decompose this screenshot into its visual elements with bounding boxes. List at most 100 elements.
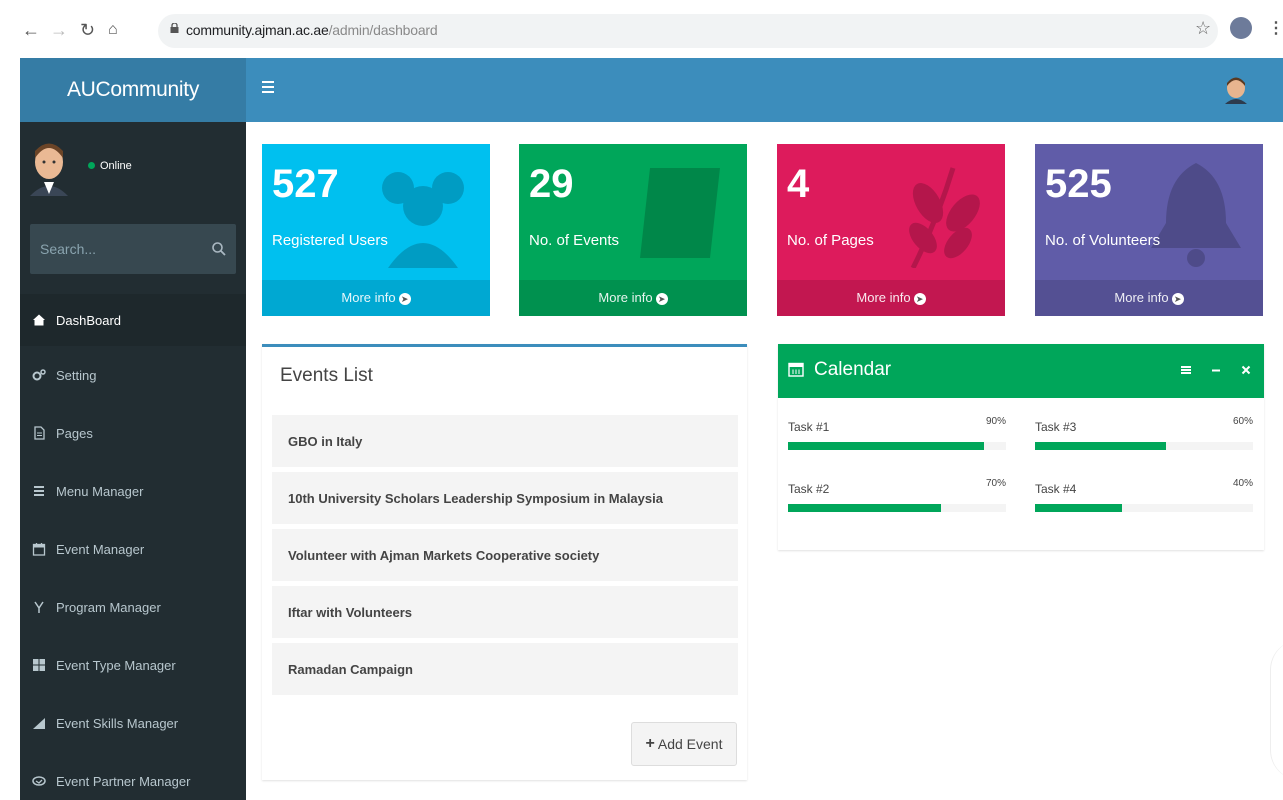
forward-icon[interactable]: →	[50, 20, 68, 40]
file-icon	[34, 426, 45, 440]
add-event-button[interactable]: + Add Event	[631, 722, 737, 766]
home-icon[interactable]: ⌂	[108, 20, 118, 40]
task-percent: 90%	[985, 416, 1006, 427]
stat-box-pages: 4 No. of Pages More info ➤	[777, 144, 1005, 316]
search-icon[interactable]	[210, 240, 228, 258]
sidebar-item-event-partner-manager[interactable]: Event Partner Manager	[20, 752, 246, 800]
sidebar-item-event-type-manager[interactable]: Event Type Manager	[20, 636, 246, 694]
lock-icon	[170, 23, 179, 33]
calendar-icon	[788, 362, 804, 377]
user-status: Online	[88, 160, 132, 172]
gears-icon	[32, 369, 46, 381]
plus-icon: +	[645, 735, 655, 752]
close-icon[interactable]	[1240, 364, 1252, 376]
task-label: Task #4	[1035, 482, 1077, 496]
sidebar-item-label: DashBoard	[56, 312, 122, 328]
sidebar-item-setting[interactable]: Setting	[20, 346, 246, 404]
progress-fill	[1035, 442, 1166, 450]
sidebar-item-label: Setting	[56, 367, 97, 383]
arrow-circle-right-icon: ➤	[1171, 292, 1184, 305]
more-info-link[interactable]: More info ➤	[519, 280, 747, 316]
search-input[interactable]	[30, 224, 200, 274]
list-icon	[34, 486, 44, 496]
bookmark-star-icon[interactable]: ☆	[1195, 18, 1211, 39]
list-item[interactable]: 10th University Scholars Leadership Symp…	[272, 472, 738, 524]
th-large-icon	[33, 659, 45, 671]
more-info-label: More info	[1114, 290, 1169, 305]
task-label: Task #1	[788, 420, 830, 434]
browser-toolbar: ← → ↻ ⌂ community.ajman.ac.ae/admin/dash…	[0, 0, 1283, 58]
signal-icon	[33, 718, 45, 729]
progress-fill	[788, 504, 941, 512]
online-dot-icon	[88, 162, 95, 169]
leaf-icon	[909, 167, 980, 268]
sidebar-item-pages[interactable]: Pages	[20, 404, 246, 462]
code-fork-icon	[34, 601, 44, 613]
dashboard-icon	[33, 314, 45, 326]
sidebar-menu: DashBoard Setting Pages Menu Manager Eve…	[20, 294, 246, 800]
stat-label: Registered Users	[272, 232, 388, 249]
browser-profile-avatar[interactable]	[1230, 17, 1252, 39]
sidebar-item-program-manager[interactable]: Program Manager	[20, 578, 246, 636]
calendar-icon	[32, 543, 46, 556]
back-icon[interactable]: ←	[22, 20, 40, 40]
progress-bar	[1035, 504, 1253, 512]
progress-bar	[1035, 442, 1253, 450]
stat-box-events: 29 No. of Events More info ➤	[519, 144, 747, 316]
stat-label: No. of Events	[529, 232, 620, 249]
sidebar-item-event-manager[interactable]: Event Manager	[20, 520, 246, 578]
stat-label: No. of Volunteers	[1045, 232, 1161, 249]
top-navbar	[246, 58, 1283, 122]
arrow-circle-right-icon: ➤	[398, 292, 411, 305]
stat-value: 525	[1045, 162, 1112, 206]
task-percent: 40%	[1232, 478, 1253, 489]
url-path: /admin/dashboard	[328, 22, 438, 38]
task-label: Task #2	[788, 482, 830, 496]
list-item[interactable]: Volunteer with Ajman Markets Cooperative…	[272, 529, 738, 581]
user-status-label: Online	[100, 160, 132, 172]
stat-label: No. of Pages	[787, 232, 874, 249]
app-logo[interactable]: AUCommunity	[20, 58, 246, 122]
sidebar: Online DashBoard Setting	[20, 122, 246, 800]
window-edge	[1270, 640, 1283, 780]
sidebar-item-label: Menu Manager	[56, 483, 144, 499]
arrow-circle-right-icon: ➤	[655, 292, 668, 305]
user-menu-avatar[interactable]	[1223, 76, 1249, 104]
task-label: Task #3	[1035, 420, 1077, 434]
calendar-box: Calendar Task #1 90% Task #3 60% Task #2…	[778, 344, 1264, 550]
progress-bar	[788, 442, 1006, 450]
list-item[interactable]: GBO in Italy	[272, 415, 738, 467]
sidebar-item-dashboard[interactable]: DashBoard	[20, 294, 246, 346]
sidebar-item-label: Program Manager	[56, 599, 161, 615]
more-info-label: More info	[341, 290, 396, 305]
sidebar-toggle-icon[interactable]	[262, 81, 274, 93]
user-avatar	[26, 136, 72, 196]
arrow-circle-right-icon: ➤	[913, 292, 926, 305]
progress-bar	[788, 504, 1006, 512]
task-percent: 60%	[1232, 416, 1253, 427]
events-list: GBO in Italy 10th University Scholars Le…	[272, 415, 738, 700]
more-info-link[interactable]: More info ➤	[1035, 280, 1263, 316]
sidebar-item-event-skills-manager[interactable]: Event Skills Manager	[20, 694, 246, 752]
sidebar-item-label: Event Manager	[56, 541, 145, 557]
more-info-link[interactable]: More info ➤	[262, 280, 490, 316]
stat-value: 527	[272, 162, 339, 206]
list-item[interactable]: Ramadan Campaign	[272, 643, 738, 695]
url-text: community.ajman.ac.ae/admin/dashboard	[186, 22, 438, 38]
browser-menu-icon[interactable]: ⋮	[1268, 18, 1283, 38]
sidebar-item-label: Pages	[56, 425, 93, 441]
list-item[interactable]: Iftar with Volunteers	[272, 586, 738, 638]
minimize-icon[interactable]	[1210, 364, 1222, 376]
reload-icon[interactable]: ↻	[80, 20, 95, 40]
stat-value: 29	[529, 162, 574, 206]
sidebar-item-label: Event Partner Manager	[56, 773, 191, 789]
stat-value: 4	[787, 162, 810, 206]
progress-fill	[788, 442, 985, 450]
sidebar-item-menu-manager[interactable]: Menu Manager	[20, 462, 246, 520]
calendar-title: Calendar	[814, 359, 892, 380]
users-icon	[382, 172, 464, 268]
more-info-label: More info	[856, 290, 911, 305]
sidebar-search	[30, 224, 236, 274]
more-info-link[interactable]: More info ➤	[777, 280, 1005, 316]
bars-icon[interactable]	[1180, 364, 1192, 376]
